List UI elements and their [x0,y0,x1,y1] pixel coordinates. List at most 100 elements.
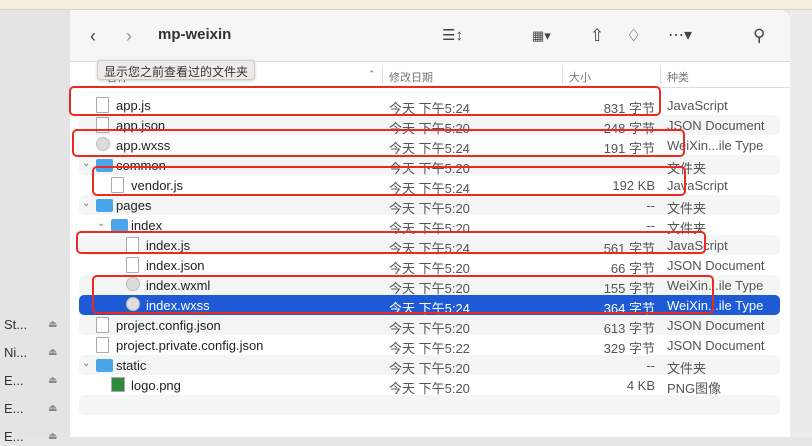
file-row[interactable]: ⌄ common 今天 下午5:20 -- 文件夹 [79,155,780,176]
file-name: app.wxss [116,138,171,153]
column-divider[interactable] [562,66,563,84]
sidebar-item[interactable]: St... ⏏ [0,314,68,334]
eject-icon[interactable]: ⏏ [48,403,57,414]
file-row[interactable]: app.js 今天 下午5:24 831 字节 JavaScript [79,95,780,116]
column-date[interactable]: 修改日期 [389,69,433,85]
file-row[interactable]: index.wxml 今天 下午5:20 155 字节 WeiXin...ile Ty… [79,275,780,296]
sidebar-item[interactable]: E... ⏏ [0,370,68,390]
file-name: common [116,158,166,173]
sidebar-item-label: Ni... [4,344,28,360]
sidebar-item-label: St... [4,316,28,332]
sidebar-item-label: E... [4,428,24,444]
wx-file-icon [126,277,140,291]
sidebar-item-label: E... [4,400,24,416]
folder-file-icon [96,159,113,172]
share-icon[interactable]: ⇧ [590,24,604,48]
forward-icon[interactable]: › [126,24,132,48]
column-divider[interactable] [660,66,661,84]
background-window [790,10,812,437]
file-name: index [131,218,163,233]
disclosure-chevron-icon[interactable]: ⌄ [82,198,90,209]
sidebar-item[interactable]: E... ⏏ [0,398,68,418]
file-row[interactable]: app.json 今天 下午5:20 248 字节 JSON Document [79,115,780,136]
sidebar-item-label: E... [4,372,24,388]
empty-row [79,395,780,415]
file-name: index.wxml [146,278,211,293]
sidebar-item[interactable]: Ni... ⏏ [0,342,68,362]
file-name: pages [116,198,152,213]
js-file-icon [96,97,109,113]
disclosure-chevron-icon[interactable]: ⌄ [97,218,105,229]
column-kind[interactable]: 种类 [667,69,689,85]
file-row[interactable]: ⌄ static 今天 下午5:20 -- 文件夹 [79,355,780,376]
sidebar-item[interactable]: E... ⏏ [0,426,68,446]
column-divider[interactable] [382,66,383,84]
file-kind: JSON Document [667,258,765,273]
file-name: app.json [116,118,166,133]
file-row[interactable]: ⌄ index 今天 下午5:20 -- 文件夹 [79,215,780,236]
background-window-strip [0,0,812,10]
sidebar: St... ⏏ Ni... ⏏ E... ⏏ E... ⏏ E... ⏏ [0,10,70,444]
file-row[interactable]: app.wxss 今天 下午5:24 191 字节 WeiXin...ile Type [79,135,780,156]
file-name: logo.png [131,378,181,393]
file-row[interactable]: logo.png 今天 下午5:20 4 KB PNG图像 [79,375,780,396]
file-name: project.config.json [116,318,221,333]
folder-file-icon [96,359,113,372]
file-row[interactable]: vendor.js 今天 下午5:24 192 KB JavaScript [79,175,780,196]
file-row[interactable]: index.json 今天 下午5:20 66 字节 JSON Document [79,255,780,276]
file-row[interactable]: project.private.config.json 今天 下午5:22 329 … [79,335,780,356]
file-size: 192 KB [612,178,655,193]
folder-file-icon [111,219,128,232]
file-name: index.json [146,258,205,273]
eject-icon[interactable]: ⏏ [48,431,57,442]
file-kind: WeiXin...ile Type [667,298,764,313]
list-view-icon[interactable]: ☰↕ [442,24,463,48]
doc-file-icon [96,317,109,333]
wx-file-icon [126,297,140,311]
file-name: project.private.config.json [116,338,264,353]
file-row[interactable]: index.js 今天 下午5:24 561 字节 JavaScript [79,235,780,256]
file-size: -- [646,158,655,173]
sort-ascending-icon: ⌃ [368,69,376,79]
file-size: -- [646,198,655,213]
png-file-icon [111,377,125,392]
file-kind: WeiXin...ile Type [667,278,764,293]
eject-icon[interactable]: ⏏ [48,319,57,330]
file-row[interactable]: index.wxss 今天 下午5:24 364 字节 WeiXin...ile Ty… [79,295,780,316]
file-size: -- [646,218,655,233]
file-kind: JSON Document [667,118,765,133]
more-icon[interactable]: ⋯▾ [668,24,692,48]
folder-file-icon [96,199,113,212]
file-name: index.js [146,238,191,253]
file-kind: JavaScript [667,178,728,193]
file-kind: JavaScript [667,98,728,113]
file-row[interactable]: project.config.json 今天 下午5:20 613 字节 JSON D… [79,315,780,336]
file-name: app.js [116,98,151,113]
file-kind: JSON Document [667,318,765,333]
back-icon[interactable]: ‹ [90,24,96,48]
file-name: index.wxss [146,298,210,313]
file-size: -- [646,358,655,373]
file-kind: WeiXin...ile Type [667,138,764,153]
file-name: vendor.js [131,178,184,193]
js-file-icon [111,177,124,193]
doc-file-icon [126,257,139,273]
tooltip: 显示您之前查看过的文件夹 [97,60,256,80]
doc-file-icon [96,117,109,133]
disclosure-chevron-icon[interactable]: ⌄ [82,358,90,369]
tag-icon[interactable]: ♢ [626,24,641,48]
search-icon[interactable]: ⚲ [753,24,765,48]
eject-icon[interactable]: ⏏ [48,375,57,386]
wx-file-icon [96,137,110,151]
toolbar: ‹ › mp-weixin ☰↕ ▦▾ ⇧ ♢ ⋯▾ ⚲ [70,10,790,62]
file-kind: JavaScript [667,238,728,253]
group-icon[interactable]: ▦▾ [532,24,551,48]
js-file-icon [126,237,139,253]
file-row[interactable]: ⌄ pages 今天 下午5:20 -- 文件夹 [79,195,780,216]
disclosure-chevron-icon[interactable]: ⌄ [82,158,90,169]
file-size: 4 KB [626,378,655,393]
file-kind: JSON Document [667,338,765,353]
window-title: mp-weixin [158,26,232,43]
column-size[interactable]: 大小 [569,69,591,85]
eject-icon[interactable]: ⏏ [48,347,57,358]
